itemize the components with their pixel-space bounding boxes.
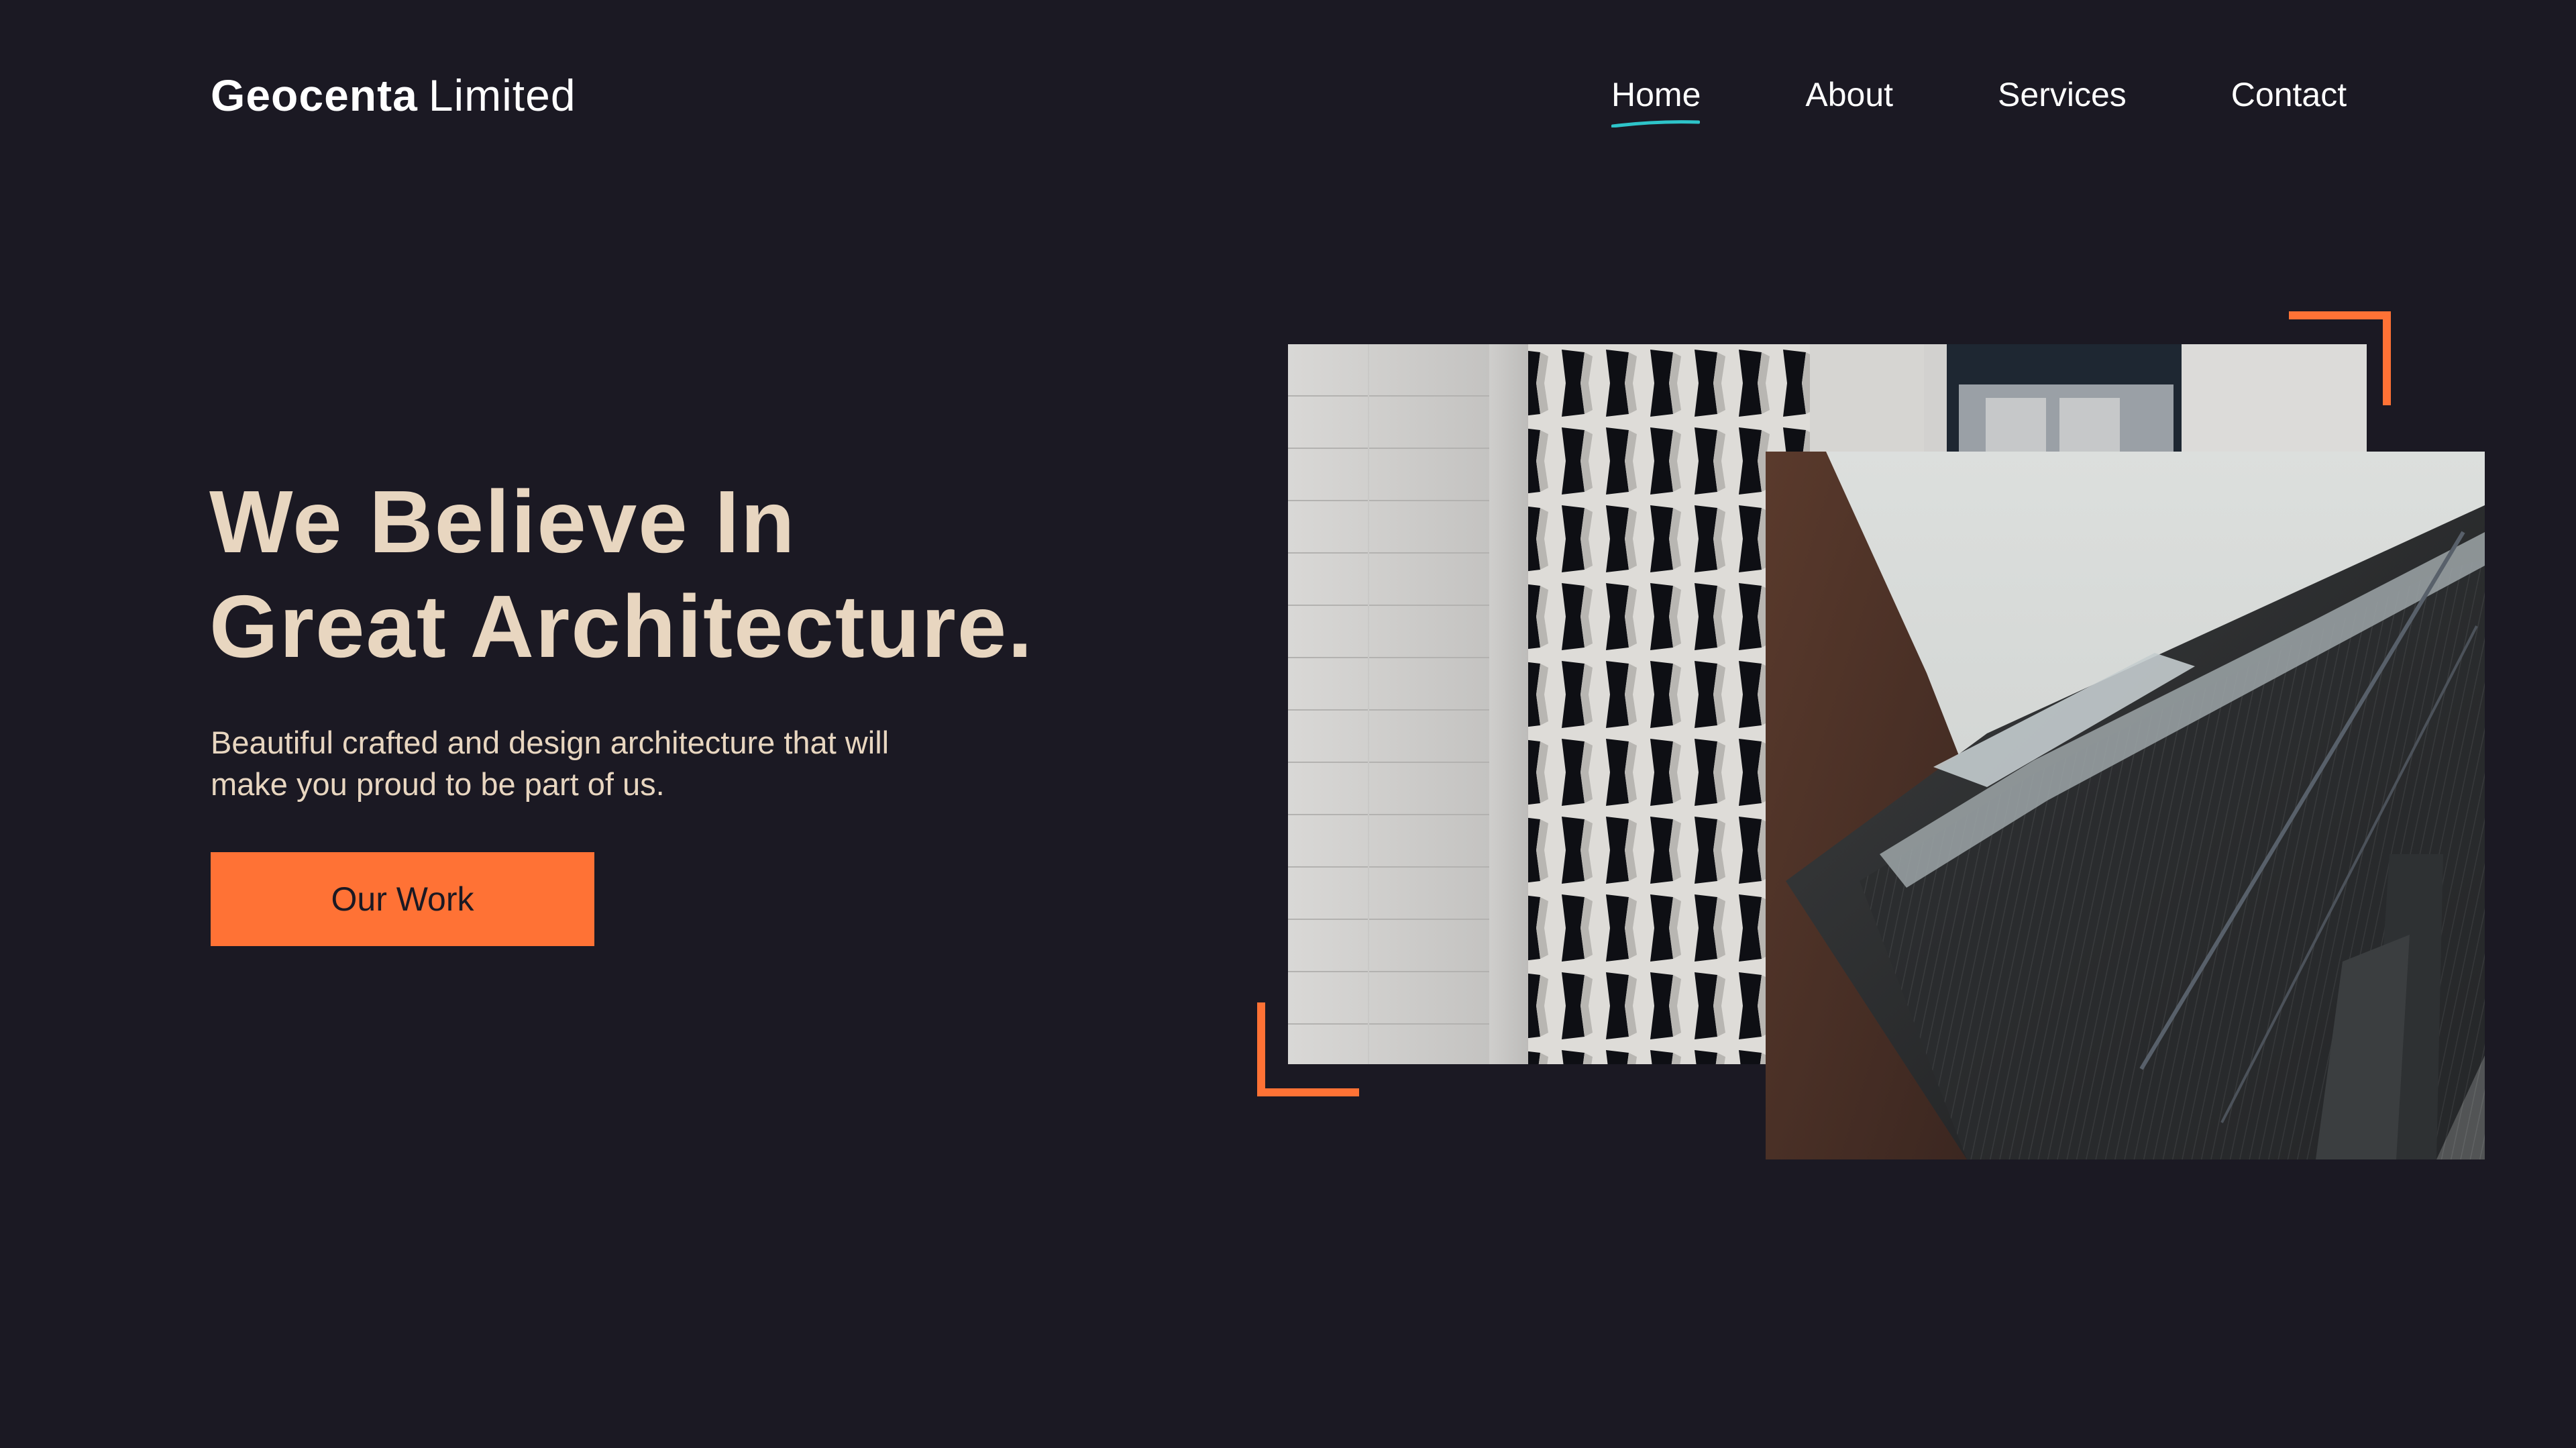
hero-title: We Believe In Great Architecture. xyxy=(209,470,1034,679)
nav-item-label: About xyxy=(1805,76,1894,113)
brand-name-bold: Geocenta xyxy=(211,70,418,120)
hero-title-line1: We Believe In xyxy=(209,472,796,571)
building-photo-crystal xyxy=(1766,452,2485,1159)
hero-title-line2: Great Architecture. xyxy=(209,577,1034,676)
brand-logo[interactable]: Geocenta Limited xyxy=(211,70,576,121)
main-nav: Home About Services Contact xyxy=(1611,75,2347,127)
our-work-button[interactable]: Our Work xyxy=(211,852,594,946)
hero-subtitle-line2: make you proud to be part of us. xyxy=(211,766,665,802)
brand-name-light: Limited xyxy=(428,70,576,120)
nav-item-services[interactable]: Services xyxy=(1998,75,2127,114)
corner-bracket-top-right-icon xyxy=(2289,311,2391,405)
nav-item-about[interactable]: About xyxy=(1805,75,1893,114)
active-underline-icon xyxy=(1611,120,1700,127)
nav-item-home[interactable]: Home xyxy=(1611,75,1701,127)
nav-item-label: Contact xyxy=(2231,76,2347,113)
landing-page: Geocenta Limited Home About Services Cont… xyxy=(0,0,2576,1448)
nav-item-label: Services xyxy=(1998,76,2127,113)
crystal-building-image xyxy=(1766,452,2485,1159)
nav-item-contact[interactable]: Contact xyxy=(2231,75,2347,114)
hero-subtitle: Beautiful crafted and design architectur… xyxy=(211,722,1016,805)
corner-bracket-bottom-left-icon xyxy=(1257,1002,1359,1096)
hero-subtitle-line1: Beautiful crafted and design architectur… xyxy=(211,725,890,760)
nav-item-label: Home xyxy=(1611,76,1701,113)
